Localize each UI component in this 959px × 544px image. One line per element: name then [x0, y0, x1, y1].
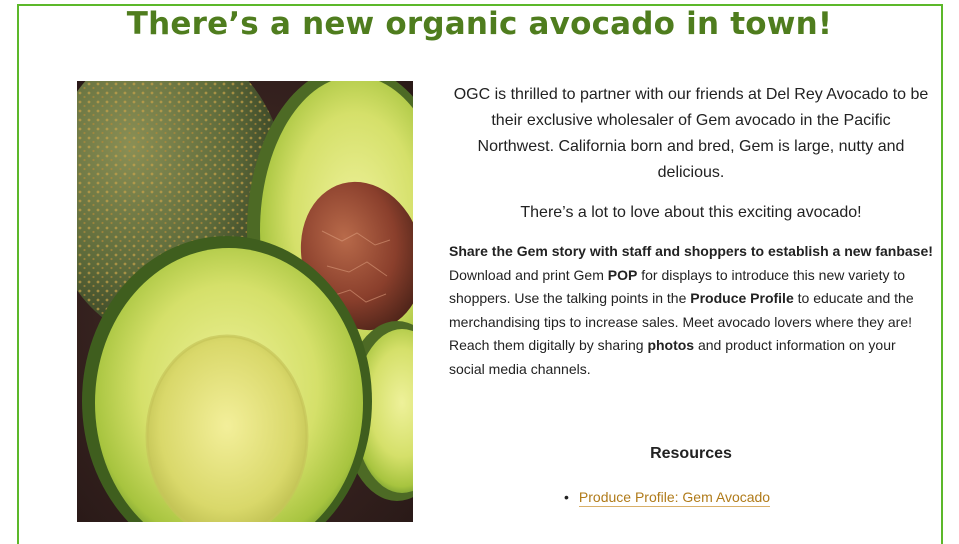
bullet-icon: •	[564, 489, 569, 505]
intro-paragraph-1: OGC is thrilled to partner with our frie…	[453, 86, 929, 181]
resources-heading: Resources	[650, 445, 732, 462]
page-title: There’s a new organic avocado in town!	[126, 6, 833, 42]
body-paragraph: Share the Gem story with staff and shopp…	[441, 240, 941, 382]
body-bold-2: POP	[607, 266, 638, 283]
text-column: OGC is thrilled to partner with our frie…	[441, 82, 941, 382]
body-bold-1: Share the Gem story with staff and shopp…	[449, 243, 933, 259]
intro-paragraph-2: There’s a lot to love about this excitin…	[520, 204, 862, 221]
produce-profile-link[interactable]: Produce Profile: Gem Avocado	[578, 489, 771, 507]
body-text-1: Download and print Gem	[449, 266, 608, 283]
avocado-photo	[77, 81, 413, 522]
list-item: • Produce Profile: Gem Avocado	[564, 489, 771, 507]
body-bold-3: Produce Profile	[690, 290, 794, 307]
body-bold-4: photos	[647, 337, 695, 354]
